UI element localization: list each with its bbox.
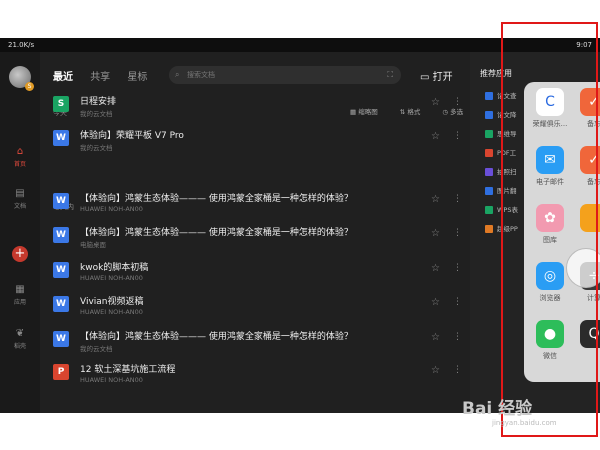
document-title: kwok的脚本初稿 (80, 263, 149, 273)
more-icon[interactable]: ⋮ (453, 263, 462, 273)
file-type-icon: W (53, 296, 69, 312)
document-row[interactable]: W Vivian视频返稿 HUAWEI NOH-AN00 ☆ ⋮ (53, 293, 463, 321)
document-location: 我的云文档 (80, 144, 113, 152)
document-row[interactable]: P 12 软土深基坑施工流程 HUAWEI NOH-AN00 ☆ ⋮ (53, 361, 463, 389)
sidebar: S ⌂ 首页 ▤ 文档 + ▦ 应用 ❦ 稻壳 (0, 52, 40, 413)
document-location: HUAWEI NOH-AN00 (80, 308, 143, 316)
document-location: 我的云文档 (80, 110, 113, 118)
document-location: 电脑桌面 (80, 241, 106, 249)
file-type-icon: S (53, 96, 69, 112)
network-speed: 21.0K/s (8, 41, 35, 49)
document-location: HUAWEI NOH-AN00 (80, 205, 143, 213)
sidebar-item-apps[interactable]: ▦ 应用 (0, 284, 40, 306)
app-icon (485, 111, 493, 119)
search-icon: ⌕ (175, 70, 180, 79)
star-icon[interactable]: ☆ (431, 131, 440, 142)
tab-shared[interactable]: 共享 (90, 68, 110, 83)
grid-icon: ▦ (15, 284, 25, 295)
file-type-icon: W (53, 262, 69, 278)
app-icon (485, 168, 493, 176)
document-icon: ▤ (15, 188, 25, 199)
sidebar-item-daoke[interactable]: ❦ 稻壳 (0, 328, 40, 350)
sidebar-item-docs[interactable]: ▤ 文档 (0, 188, 40, 210)
leaf-icon: ❦ (15, 328, 25, 339)
tab-starred[interactable]: 星标 (127, 68, 147, 83)
document-location: HUAWEI NOH-AN00 (80, 274, 143, 282)
top-tabs: 最近 共享 星标 (53, 68, 161, 83)
app-icon (485, 130, 493, 138)
scan-icon[interactable]: ⛶ (387, 66, 393, 84)
app-icon (485, 149, 493, 157)
file-type-icon: P (53, 364, 69, 380)
document-title: 【体验向】鸿蒙生态体验——— 使用鸿蒙全家桶是一种怎样的体验？ (80, 228, 353, 238)
document-row[interactable]: W 【体验向】鸿蒙生态体验——— 使用鸿蒙全家桶是一种怎样的体验？ HUAWEI N… (53, 190, 463, 218)
document-title: Vivian视频返稿 (80, 297, 144, 307)
app-icon (485, 225, 493, 233)
document-location: HUAWEI NOH-AN00 (80, 376, 143, 384)
more-icon[interactable]: ⋮ (453, 228, 462, 238)
folder-icon: ▭ (420, 72, 430, 83)
document-row[interactable]: S 日程安排我的云文档 ☆ ⋮ (53, 93, 463, 121)
more-icon[interactable]: ⋮ (453, 332, 462, 342)
document-row[interactable]: W 【体验向】鸿蒙生态体验——— 使用鸿蒙全家桶是一种怎样的体验？ 我的云文档 ☆ ⋮ (53, 328, 463, 356)
document-title: 日程安排 (80, 97, 117, 107)
search-input[interactable]: ⌕ 搜索文档 ⛶ (169, 66, 401, 84)
document-title: 12 软土深基坑施工流程 (80, 365, 176, 375)
star-icon[interactable]: ☆ (431, 97, 440, 108)
more-icon[interactable]: ⋮ (453, 131, 462, 141)
more-icon[interactable]: ⋮ (453, 194, 462, 204)
tab-recent[interactable]: 最近 (53, 68, 73, 83)
document-row[interactable]: W 体验向】荣耀平板 V7 Pro 我的云文档 ☆ ⋮ (53, 127, 463, 155)
document-location: 我的云文档 (80, 345, 113, 353)
add-button[interactable]: + (12, 246, 28, 262)
file-type-icon: W (53, 193, 69, 209)
app-icon (485, 92, 493, 100)
star-icon[interactable]: ☆ (431, 194, 440, 205)
sidebar-item-home[interactable]: ⌂ 首页 (0, 146, 40, 168)
file-type-icon: W (53, 331, 69, 347)
app-icon (485, 206, 493, 214)
open-button[interactable]: ▭ 打开 (420, 68, 453, 83)
watermark: Bai 经验 jingyan.baidu.com (462, 399, 557, 427)
app-icon (485, 187, 493, 195)
file-type-icon: W (53, 130, 69, 146)
avatar-badge: S (25, 82, 34, 91)
more-icon[interactable]: ⋮ (453, 365, 462, 375)
document-row[interactable]: W 【体验向】鸿蒙生态体验——— 使用鸿蒙全家桶是一种怎样的体验？ 电脑桌面 ☆ ⋮ (53, 224, 463, 252)
file-type-icon: W (53, 227, 69, 243)
star-icon[interactable]: ☆ (431, 228, 440, 239)
document-title: 【体验向】鸿蒙生态体验——— 使用鸿蒙全家桶是一种怎样的体验？ (80, 194, 353, 204)
star-icon[interactable]: ☆ (431, 365, 440, 376)
more-icon[interactable]: ⋮ (453, 97, 462, 107)
star-icon[interactable]: ☆ (431, 332, 440, 343)
more-icon[interactable]: ⋮ (453, 297, 462, 307)
document-title: 【体验向】鸿蒙生态体验——— 使用鸿蒙全家桶是一种怎样的体验？ (80, 332, 353, 342)
highlight-box (501, 22, 598, 437)
home-icon: ⌂ (16, 146, 24, 157)
document-title: 体验向】荣耀平板 V7 Pro (80, 131, 184, 141)
star-icon[interactable]: ☆ (431, 263, 440, 274)
star-icon[interactable]: ☆ (431, 297, 440, 308)
document-row[interactable]: Wkwok的脚本初稿 HUAWEI NOH-AN00 ☆ ⋮ (53, 259, 463, 287)
